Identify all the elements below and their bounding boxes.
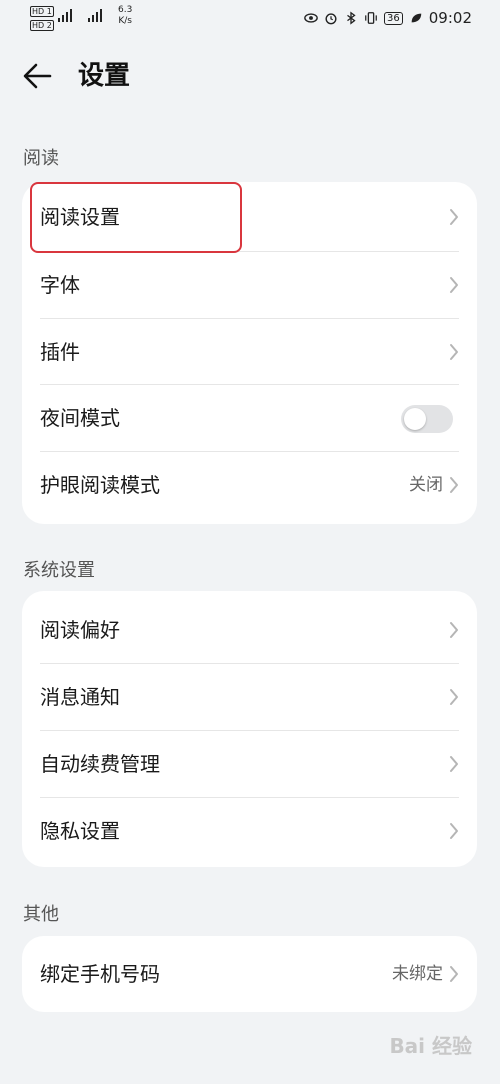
row-font[interactable]: 字体 xyxy=(22,252,477,318)
row-label: 夜间模式 xyxy=(40,406,120,430)
row-bind-phone[interactable]: 绑定手机号码 未绑定 xyxy=(22,941,477,1007)
row-label: 自动续费管理 xyxy=(40,752,160,776)
sim1-badge: HD 1 xyxy=(30,6,54,17)
chevron-right-icon xyxy=(450,756,458,772)
chevron-right-icon xyxy=(450,622,458,638)
chevron-right-icon xyxy=(450,823,458,839)
night-mode-toggle[interactable] xyxy=(401,405,453,433)
network-speed: 6.3 K/s xyxy=(118,5,133,26)
bluetooth-icon xyxy=(347,11,356,25)
row-label: 消息通知 xyxy=(40,685,120,709)
row-label: 插件 xyxy=(40,340,80,364)
chevron-right-icon xyxy=(450,689,458,705)
alarm-icon xyxy=(325,13,337,25)
chevron-right-icon xyxy=(450,277,458,293)
clock: 09:02 xyxy=(428,9,472,27)
row-reading-preference[interactable]: 阅读偏好 xyxy=(22,597,477,663)
row-privacy[interactable]: 隐私设置 xyxy=(22,798,477,864)
status-icons: 36 09:02 xyxy=(304,8,472,28)
chevron-right-icon xyxy=(450,966,458,982)
row-plugins[interactable]: 插件 xyxy=(22,319,477,385)
signal-strength-icon xyxy=(58,8,80,22)
other-settings-card: 绑定手机号码 未绑定 xyxy=(22,936,477,1012)
back-button[interactable] xyxy=(18,56,58,96)
row-label: 隐私设置 xyxy=(40,819,120,843)
row-label: 字体 xyxy=(40,273,80,297)
signal-strength-icon xyxy=(88,8,110,22)
row-notifications[interactable]: 消息通知 xyxy=(22,664,477,730)
row-label: 绑定手机号码 xyxy=(40,962,160,986)
row-label: 阅读偏好 xyxy=(40,618,120,642)
eye-icon xyxy=(304,13,318,23)
watermark: Bai 经验 xyxy=(389,1034,472,1058)
vibrate-icon xyxy=(365,12,377,24)
battery-icon: 36 xyxy=(384,11,403,25)
page-title: 设置 xyxy=(78,61,131,91)
chevron-right-icon xyxy=(450,477,458,493)
row-label: 护眼阅读模式 xyxy=(40,473,160,497)
row-auto-renewal[interactable]: 自动续费管理 xyxy=(22,731,477,797)
section-label-system: 系统设置 xyxy=(23,560,95,581)
app-header: 设置 xyxy=(0,52,500,100)
signal-indicators: HD 1 HD 2 6.3 K/s xyxy=(30,4,138,31)
row-night-mode: 夜间模式 xyxy=(22,385,477,451)
chevron-right-icon xyxy=(450,209,458,225)
row-eye-care-mode[interactable]: 护眼阅读模式 关闭 xyxy=(22,452,477,518)
leaf-icon xyxy=(411,13,422,23)
chevron-right-icon xyxy=(450,344,458,360)
toggle-knob xyxy=(404,408,426,430)
system-settings-card: 阅读偏好 消息通知 自动续费管理 隐私设置 xyxy=(22,591,477,867)
annotation-highlight-box xyxy=(30,182,242,253)
section-label-other: 其他 xyxy=(23,904,59,925)
status-bar: HD 1 HD 2 6.3 K/s 36 09:02 xyxy=(0,0,500,36)
row-value: 关闭 xyxy=(409,475,443,495)
sim2-badge: HD 2 xyxy=(30,20,54,31)
back-arrow-icon xyxy=(23,63,52,89)
section-label-reading: 阅读 xyxy=(23,148,59,169)
row-value: 未绑定 xyxy=(392,964,443,984)
